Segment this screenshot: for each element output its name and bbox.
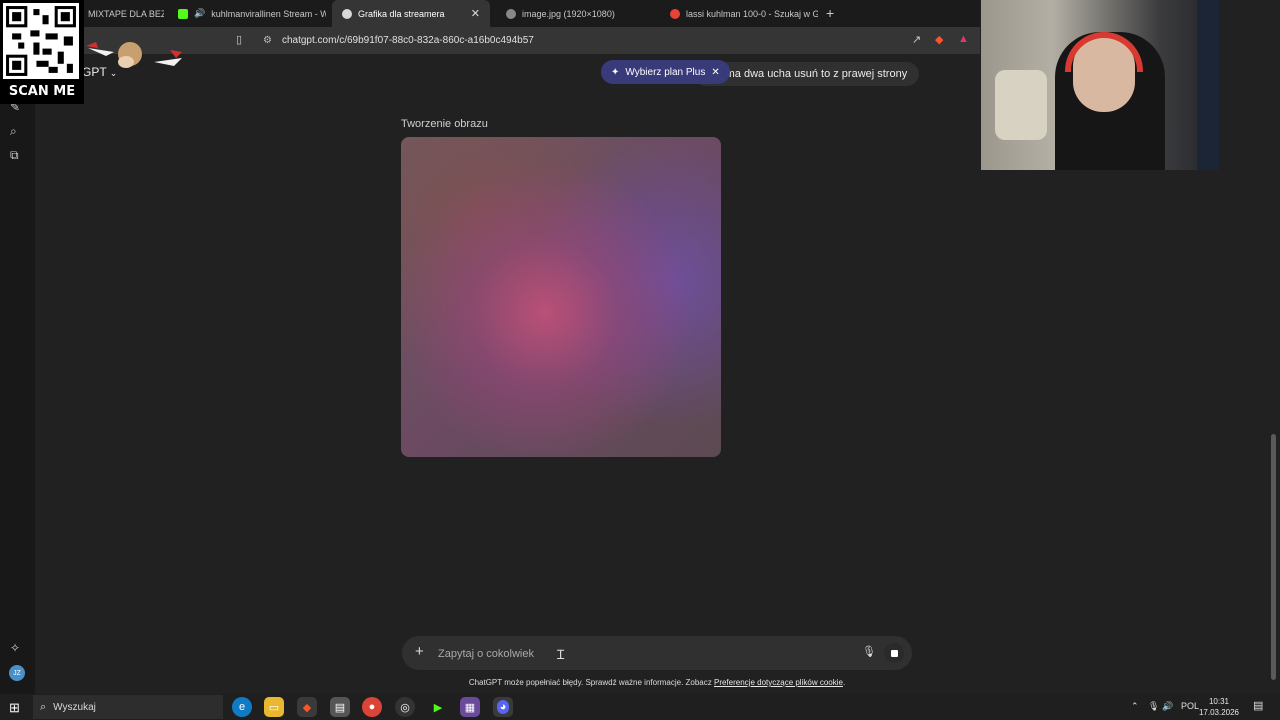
speaker-icon: 🔊: [194, 8, 206, 18]
globe-icon: [506, 8, 516, 19]
scan-me-label: SCAN ME: [8, 84, 76, 99]
qr-overlay: SCAN ME: [0, 0, 84, 104]
discord-icon[interactable]: ◕: [493, 697, 513, 717]
chrome-icon[interactable]: ●: [362, 697, 382, 717]
cookie-preferences-link[interactable]: Preferencje dotyczące plików cookie: [714, 678, 843, 687]
upgrade-plus-button[interactable]: ✦ Wybierz plan Plus ✕: [601, 60, 730, 84]
image-generation-title: Tworzenie obrazu: [401, 118, 488, 130]
bookmark-icon[interactable]: ▯: [236, 33, 242, 46]
clock-time: 10:31: [1208, 697, 1230, 706]
scrollbar[interactable]: [1271, 434, 1276, 680]
qr-code-icon: [3, 3, 79, 79]
disclaimer-end: .: [842, 678, 846, 687]
microphone-icon[interactable]: 🎙: [862, 645, 876, 658]
disclaimer: ChatGPT może popełniać błędy. Sprawdź wa…: [0, 678, 1280, 687]
notification-icon[interactable]: ▤: [1253, 699, 1263, 712]
tab-label: MIXTAPE DLA BEZRO: [88, 8, 164, 19]
sidebar: ✎ ⌕ ⧉ ✧ JZ: [0, 54, 35, 694]
disclaimer-text: ChatGPT może popełniać błędy. Sprawdź wa…: [468, 678, 712, 687]
overlay-sticker-icon: [86, 42, 182, 68]
webcam-curtain: [1197, 0, 1219, 170]
user-message-text: el ma dwa ucha usuń to z prawej strony: [714, 68, 908, 80]
new-tab-icon[interactable]: +: [826, 5, 834, 21]
composer: + 🎙: [402, 636, 912, 670]
brave-icon[interactable]: ◆: [297, 697, 317, 717]
kick-icon[interactable]: ▶: [428, 697, 448, 717]
text-cursor-icon: Ɪ: [557, 647, 565, 662]
search-label: Wyszukaj: [53, 701, 96, 713]
prompt-input[interactable]: [436, 644, 840, 664]
google-icon: [670, 8, 680, 19]
tab-label: image.jpg (1920×1080): [522, 8, 615, 19]
edge-icon[interactable]: e: [232, 697, 252, 717]
close-tab-icon[interactable]: ✕: [471, 7, 480, 20]
upgrade-label: Wybierz plan Plus: [625, 66, 706, 78]
tab-label: kuhlmanvirallinen Stream - Watc: [211, 8, 326, 19]
chevron-up-icon[interactable]: ⌃: [1131, 701, 1139, 712]
stop-generation-button[interactable]: [884, 643, 904, 663]
add-attachment-icon[interactable]: +: [415, 643, 424, 660]
microphone-icon[interactable]: 🎙: [1148, 701, 1159, 712]
sparkle-icon[interactable]: ✧: [10, 641, 20, 655]
stop-icon: [890, 649, 898, 657]
search-icon[interactable]: ⌕: [10, 124, 17, 139]
tab-mixtape[interactable]: MIXTAPE DLA BEZRO: [78, 0, 164, 27]
library-icon[interactable]: ⧉: [10, 148, 19, 163]
url-text: chatgpt.com/c/69b91f07-88c0-832a-860c-a1…: [281, 35, 534, 46]
address-bar[interactable]: ⚙ chatgpt.com/c/69b91f07-88c0-832a-860c-…: [255, 30, 975, 51]
clock-date: 17.03.2026: [1198, 708, 1240, 717]
tab-grafika[interactable]: Grafika dla streamera ✕: [332, 0, 490, 27]
obs-icon[interactable]: ◎: [395, 697, 415, 717]
webcam-feed: [981, 0, 1219, 170]
file-explorer-icon[interactable]: ▭: [264, 697, 284, 717]
windows-start-icon[interactable]: ⊞: [9, 700, 20, 716]
tab-label: lassi kuhlman 100-0 - Szukaj w Googl: [686, 8, 818, 19]
app-icon[interactable]: ▤: [330, 697, 350, 717]
close-icon[interactable]: ✕: [711, 67, 719, 78]
site-settings-icon[interactable]: ⚙: [263, 35, 272, 46]
tab-image-jpg[interactable]: image.jpg (1920×1080): [496, 0, 656, 27]
browser-tab-bar: MIXTAPE DLA BEZRO 🔊 kuhlmanvirallinen St…: [0, 0, 980, 27]
tab-label: Grafika dla streamera: [358, 8, 445, 19]
taskbar: ⊞ ⌕ Wyszukaj e ▭ ◆ ▤ ● ◎ ▶ ▦ ◕ ⌃ 🎙 🔊 POL…: [0, 694, 1280, 720]
clock[interactable]: 10:31 17.03.2026: [1195, 696, 1243, 718]
webcam-chair: [995, 70, 1047, 140]
chatgpt-icon: [342, 8, 352, 19]
share-icon[interactable]: ↗: [912, 33, 921, 46]
taskbar-search[interactable]: ⌕ Wyszukaj: [33, 695, 223, 719]
tab-google-search[interactable]: lassi kuhlman 100-0 - Szukaj w Googl: [660, 0, 818, 27]
image-generation-placeholder: [401, 137, 721, 457]
kick-icon: [178, 8, 188, 19]
volume-icon[interactable]: 🔊: [1162, 701, 1173, 712]
brave-shield-icon[interactable]: ◆: [935, 33, 943, 46]
search-icon: ⌕: [40, 700, 47, 713]
streamlabs-icon[interactable]: ▦: [460, 697, 480, 717]
tab-kick-stream[interactable]: 🔊 kuhlmanvirallinen Stream - Watc: [168, 0, 326, 27]
brave-rewards-icon[interactable]: ▲: [958, 33, 969, 45]
sparkle-icon: ✦: [611, 66, 620, 78]
